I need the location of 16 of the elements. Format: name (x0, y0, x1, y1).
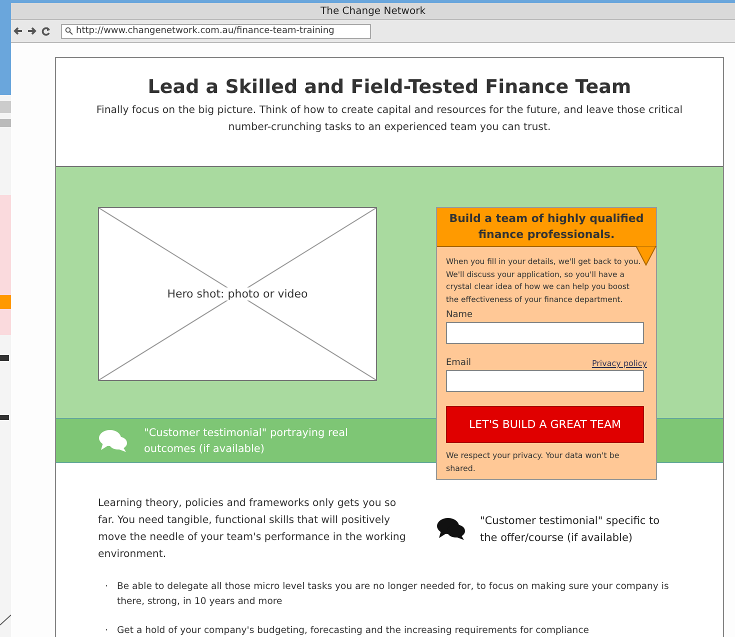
testimonial-text: "Customer testimonial" specific to the offer/course (if available) (480, 514, 661, 546)
bullet-marker: · (105, 624, 108, 637)
field-label: Email (446, 358, 471, 368)
bullet-text: Get a hold of your company's budgeting, forecasting and the increasing requirements for compliance (116, 624, 590, 637)
field-label: Name (446, 310, 473, 320)
address-field[interactable]: http://www.changenetwork.com.au/finance-team-training (61, 24, 371, 38)
subheading: Finally focus on the big picture. Think of how to create capital and resources for the future, and leave those critical number-crunching tasks to an experienced team you can trust. (95, 104, 684, 135)
testimonial-text: "Customer testimonial" portraying real outcomes (if available) (144, 426, 349, 457)
body-paragraph: Learning theory, policies and frameworks only gets you so far. You need tangible, functional skills that will positively move the needle of your team's performance in the working environment. (98, 497, 407, 562)
window-title: The Change Network (320, 6, 426, 16)
submit-button[interactable]: LET'S BUILD A GREAT TEAM (446, 406, 644, 443)
bullet-text: Be able to delegate all those micro level tasks you are no longer needed for, to focus on making sure your company is there, strong, in 10 years and more (116, 580, 670, 609)
picture: Hero shot: photo or video (98, 206, 377, 381)
bullet-marker: · (105, 580, 108, 594)
privacy-link[interactable]: Privacy policy (592, 359, 647, 368)
page-heading: Lead a Skilled and Field-Tested Finance Team (148, 76, 632, 98)
